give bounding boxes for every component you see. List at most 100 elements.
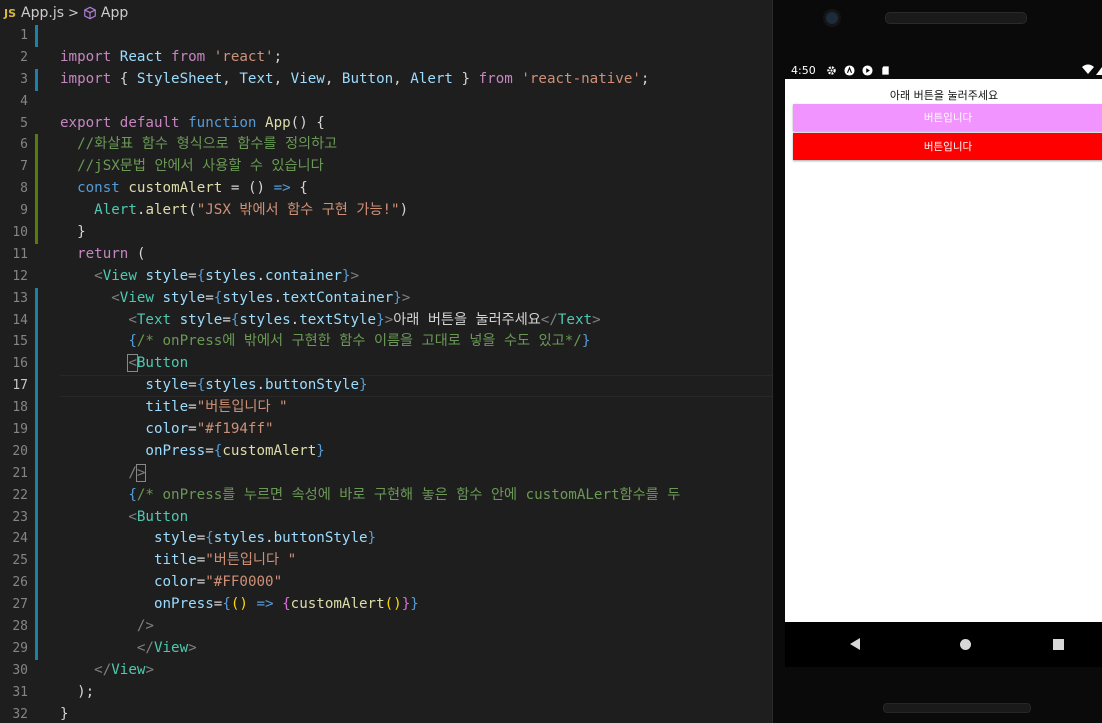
code-token: Button bbox=[136, 355, 189, 372]
red-button[interactable]: 버튼입니다 bbox=[793, 133, 1102, 160]
code-line[interactable]: 29 </View> bbox=[0, 637, 772, 660]
git-gutter-marker bbox=[35, 397, 38, 420]
git-gutter-marker bbox=[35, 375, 38, 398]
code-line[interactable]: 9 Alert.alert("JSX 밖에서 함수 구현 가능!") bbox=[0, 200, 772, 223]
line-number: 4 bbox=[20, 93, 28, 109]
code-token: => bbox=[273, 180, 291, 197]
code-line[interactable]: 1 bbox=[0, 25, 772, 47]
code-line[interactable]: 30 </View> bbox=[0, 660, 772, 682]
code-text: color="#f194ff" bbox=[60, 419, 273, 441]
git-gutter-marker bbox=[35, 616, 38, 638]
code-token: ; bbox=[273, 48, 283, 65]
code-token: , bbox=[273, 70, 291, 87]
code-line[interactable]: 27 onPress={() => {customAlert()}} bbox=[0, 594, 772, 617]
code-token: title bbox=[145, 399, 189, 416]
code-token: Alert bbox=[94, 202, 137, 219]
code-line[interactable]: 7 //jSX문법 안에서 사용할 수 있습니다 bbox=[0, 156, 772, 179]
git-gutter-marker bbox=[35, 440, 38, 463]
code-line[interactable]: 15 {/* onPress에 밖에서 구현한 함수 이름을 고대로 넣을 수도… bbox=[0, 331, 772, 354]
code-line[interactable]: 16 <Button bbox=[0, 353, 772, 376]
code-line[interactable]: 2 import React from 'react'; bbox=[0, 47, 772, 69]
code-token: styles bbox=[213, 530, 266, 547]
code-line[interactable]: 10 } bbox=[0, 222, 772, 244]
code-token: Alert bbox=[410, 70, 453, 87]
code-line[interactable]: 24 style={styles.buttonStyle} bbox=[0, 528, 772, 551]
code-token: } bbox=[452, 70, 479, 87]
code-token: = bbox=[205, 289, 214, 306]
code-token: = bbox=[188, 267, 197, 284]
code-token: = () bbox=[222, 180, 274, 197]
code-line[interactable]: 5 export default function App() { bbox=[0, 113, 772, 135]
git-gutter-marker bbox=[35, 462, 38, 485]
code-line[interactable]: 28 /> bbox=[0, 616, 772, 638]
line-number: 14 bbox=[12, 312, 28, 328]
breadcrumb-symbol[interactable]: App bbox=[101, 5, 128, 21]
code-text: </View> bbox=[60, 638, 197, 660]
code-line[interactable]: 32} bbox=[0, 704, 772, 723]
code-line[interactable]: 8 const customAlert = () => { bbox=[0, 178, 772, 201]
breadcrumb-file[interactable]: App.js bbox=[21, 5, 64, 21]
code-line[interactable]: 6 //화살표 함수 형식으로 함수를 정의하고 bbox=[0, 134, 772, 157]
code-token: textContainer bbox=[282, 289, 394, 306]
code-token: style bbox=[179, 311, 223, 328]
code-token: Text bbox=[136, 311, 172, 328]
code-token: . bbox=[273, 289, 283, 306]
back-icon[interactable] bbox=[849, 637, 861, 651]
code-line[interactable]: 13 <View style={styles.textContainer}> bbox=[0, 287, 772, 310]
code-token: < bbox=[127, 354, 138, 373]
line-number: 26 bbox=[12, 575, 28, 591]
code-line[interactable]: 31 ); bbox=[0, 682, 772, 704]
code-token: Text bbox=[239, 70, 274, 87]
code-line[interactable]: 23 <Button bbox=[0, 506, 772, 529]
line-number: 25 bbox=[12, 553, 28, 569]
code-token: { bbox=[222, 596, 231, 613]
code-token: > bbox=[188, 639, 197, 656]
code-line[interactable]: 12 <View style={styles.container}> bbox=[0, 266, 772, 288]
code-token: = bbox=[222, 311, 231, 328]
code-token: </ bbox=[540, 311, 558, 328]
code-line[interactable]: 19 color="#f194ff" bbox=[0, 419, 772, 441]
code-line[interactable]: 25 title="버튼입니다 " bbox=[0, 550, 772, 573]
code-token: ( bbox=[128, 245, 146, 262]
code-line[interactable]: 17 style={styles.buttonStyle} bbox=[0, 375, 772, 398]
code-token: /* onPress를 누르면 속성에 바로 구현해 놓은 함수 안에 cust… bbox=[136, 486, 681, 503]
code-token: . bbox=[256, 377, 266, 394]
line-number: 15 bbox=[12, 334, 28, 350]
recents-icon[interactable] bbox=[1053, 639, 1064, 650]
pink-button[interactable]: 버튼입니다 bbox=[793, 104, 1102, 131]
line-number: 7 bbox=[20, 159, 28, 175]
code-line[interactable]: 26 color="#FF0000" bbox=[0, 572, 772, 595]
code-token: ); bbox=[60, 683, 95, 700]
code-line[interactable]: 4 bbox=[0, 91, 772, 113]
code-token: default bbox=[119, 114, 180, 131]
code-area[interactable]: 1 2 import React from 'react'; 3 import { St… bbox=[0, 25, 772, 723]
code-text: <Button bbox=[60, 507, 188, 529]
git-gutter-marker bbox=[35, 550, 38, 573]
code-token: { bbox=[111, 70, 137, 87]
code-editor[interactable]: JS App.js > App 1 2 import React from 'rea… bbox=[0, 0, 772, 723]
code-line[interactable]: 20 onPress={customAlert} bbox=[0, 440, 772, 463]
code-text: style={styles.buttonStyle} bbox=[60, 528, 376, 550]
code-token: from bbox=[171, 48, 206, 65]
line-number: 8 bbox=[20, 181, 28, 197]
code-line[interactable]: 21 /> bbox=[0, 462, 772, 485]
code-line[interactable]: 18 title="버튼입니다 " bbox=[0, 397, 772, 420]
line-number: 2 bbox=[20, 49, 28, 65]
code-token: container bbox=[265, 267, 342, 284]
code-line[interactable]: 22 {/* onPress를 누르면 속성에 바로 구현해 놓은 함수 안에 … bbox=[0, 484, 772, 507]
git-gutter-marker bbox=[35, 68, 38, 91]
code-token: } bbox=[60, 705, 69, 722]
code-line[interactable]: 11 return ( bbox=[0, 244, 772, 266]
code-text: import React from 'react'; bbox=[60, 47, 282, 69]
code-text: return ( bbox=[60, 244, 145, 266]
code-line[interactable]: 14 <Text style={styles.textStyle}>아래 버튼을… bbox=[0, 309, 772, 332]
home-icon[interactable] bbox=[960, 639, 971, 650]
git-gutter-marker bbox=[35, 637, 38, 660]
line-number: 27 bbox=[12, 597, 28, 613]
code-line[interactable]: 3 import { StyleSheet, Text, View, Button… bbox=[0, 68, 772, 91]
status-bar: 4:50 bbox=[785, 62, 1102, 78]
